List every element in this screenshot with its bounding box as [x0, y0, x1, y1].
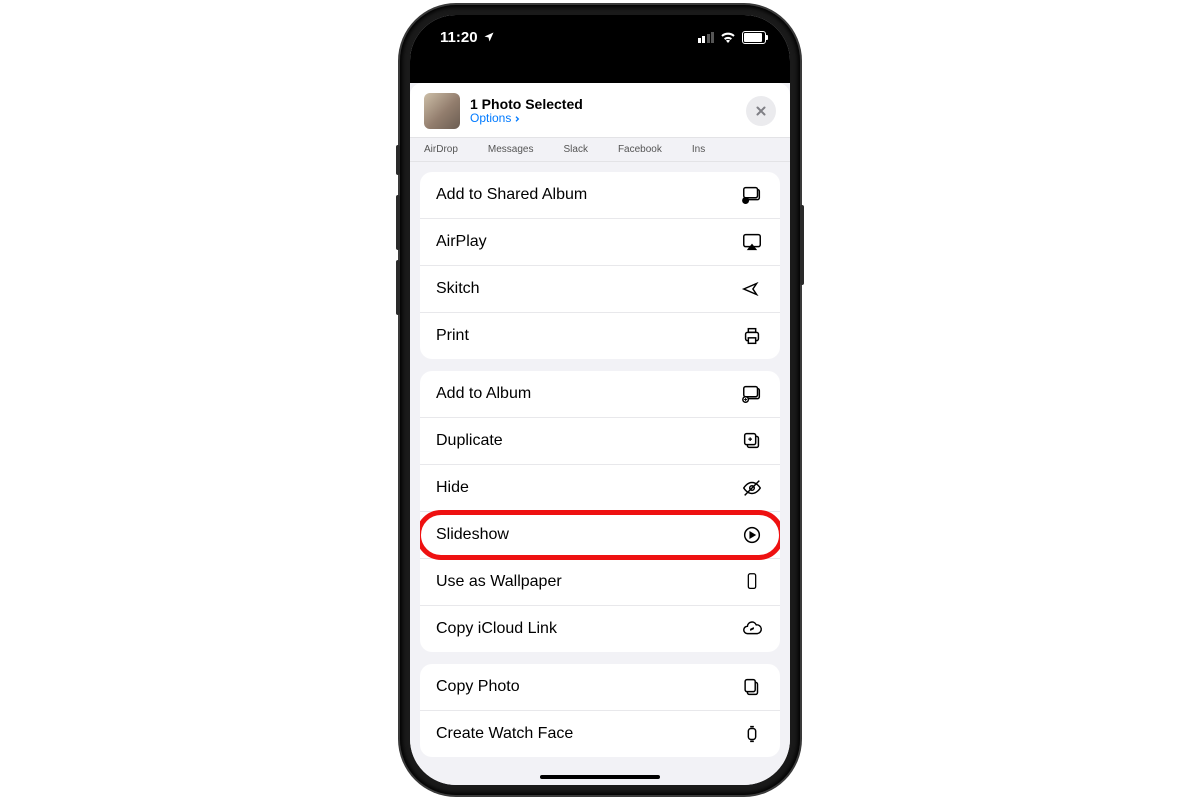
action-label: Create Watch Face — [436, 725, 573, 743]
watch-icon — [740, 723, 764, 745]
chevron-right-icon — [513, 115, 521, 123]
location-arrow-icon — [483, 31, 495, 43]
notch — [515, 15, 685, 43]
action-hide[interactable]: Hide — [420, 465, 780, 512]
share-target-airdrop[interactable]: AirDrop — [424, 144, 458, 155]
action-slideshow[interactable]: Slideshow — [420, 512, 780, 559]
sheet-backdrop — [410, 59, 790, 83]
status-time: 11:20 — [440, 29, 478, 46]
share-targets-row[interactable]: AirDrop Messages Slack Facebook Ins — [410, 138, 790, 162]
power-button — [800, 205, 804, 285]
hide-icon — [740, 477, 764, 499]
close-button[interactable] — [746, 96, 776, 126]
home-indicator[interactable] — [540, 775, 660, 779]
action-label: Add to Album — [436, 385, 531, 403]
volume-down-button — [396, 260, 400, 315]
action-icloud-link[interactable]: Copy iCloud Link — [420, 606, 780, 652]
shared-album-icon — [740, 184, 764, 206]
copy-icon — [740, 676, 764, 698]
action-label: AirPlay — [436, 233, 487, 251]
action-label: Add to Shared Album — [436, 186, 587, 204]
photo-thumbnail[interactable] — [424, 93, 460, 129]
silent-switch — [396, 145, 400, 175]
action-copy-photo[interactable]: Copy Photo — [420, 664, 780, 711]
add-album-icon — [740, 383, 764, 405]
action-airplay[interactable]: AirPlay — [420, 219, 780, 266]
share-sheet: 1 Photo Selected Options AirDrop Message… — [410, 83, 790, 785]
print-icon — [740, 325, 764, 347]
sheet-title: 1 Photo Selected — [470, 97, 736, 112]
share-sheet-header: 1 Photo Selected Options — [410, 83, 790, 138]
play-circle-icon — [740, 524, 764, 546]
action-print[interactable]: Print — [420, 313, 780, 359]
phone-frame: 11:20 1 Photo Selected Options — [400, 5, 800, 795]
duplicate-icon — [740, 430, 764, 452]
airplay-icon — [740, 231, 764, 253]
options-button[interactable]: Options — [470, 112, 736, 125]
action-label: Use as Wallpaper — [436, 573, 562, 591]
action-skitch[interactable]: Skitch — [420, 266, 780, 313]
cloud-link-icon — [740, 618, 764, 640]
share-target-more[interactable]: Ins — [692, 144, 705, 155]
action-label: Duplicate — [436, 432, 503, 450]
battery-icon — [742, 31, 766, 44]
actions-list[interactable]: Add to Shared Album AirPlay Skitch — [410, 162, 790, 785]
wifi-icon — [720, 31, 736, 43]
action-label: Skitch — [436, 280, 480, 298]
action-wallpaper[interactable]: Use as Wallpaper — [420, 559, 780, 606]
action-label: Hide — [436, 479, 469, 497]
share-target-messages[interactable]: Messages — [488, 144, 534, 155]
action-label: Print — [436, 327, 469, 345]
phone-screen: 11:20 1 Photo Selected Options — [410, 15, 790, 785]
phone-icon — [740, 571, 764, 593]
options-label: Options — [470, 112, 511, 125]
cellular-signal-icon — [698, 32, 715, 43]
skitch-icon — [740, 278, 764, 300]
action-watch-face[interactable]: Create Watch Face — [420, 711, 780, 757]
action-label: Copy iCloud Link — [436, 620, 557, 638]
actions-group-3: Copy Photo Create Watch Face — [420, 664, 780, 757]
volume-up-button — [396, 195, 400, 250]
close-icon — [755, 105, 767, 117]
actions-group-2: Add to Album Duplicate Hide — [420, 371, 780, 652]
action-duplicate[interactable]: Duplicate — [420, 418, 780, 465]
action-add-to-album[interactable]: Add to Album — [420, 371, 780, 418]
action-label: Slideshow — [436, 526, 509, 544]
share-target-slack[interactable]: Slack — [563, 144, 587, 155]
actions-group-1: Add to Shared Album AirPlay Skitch — [420, 172, 780, 359]
share-target-facebook[interactable]: Facebook — [618, 144, 662, 155]
action-add-shared-album[interactable]: Add to Shared Album — [420, 172, 780, 219]
action-label: Copy Photo — [436, 678, 520, 696]
